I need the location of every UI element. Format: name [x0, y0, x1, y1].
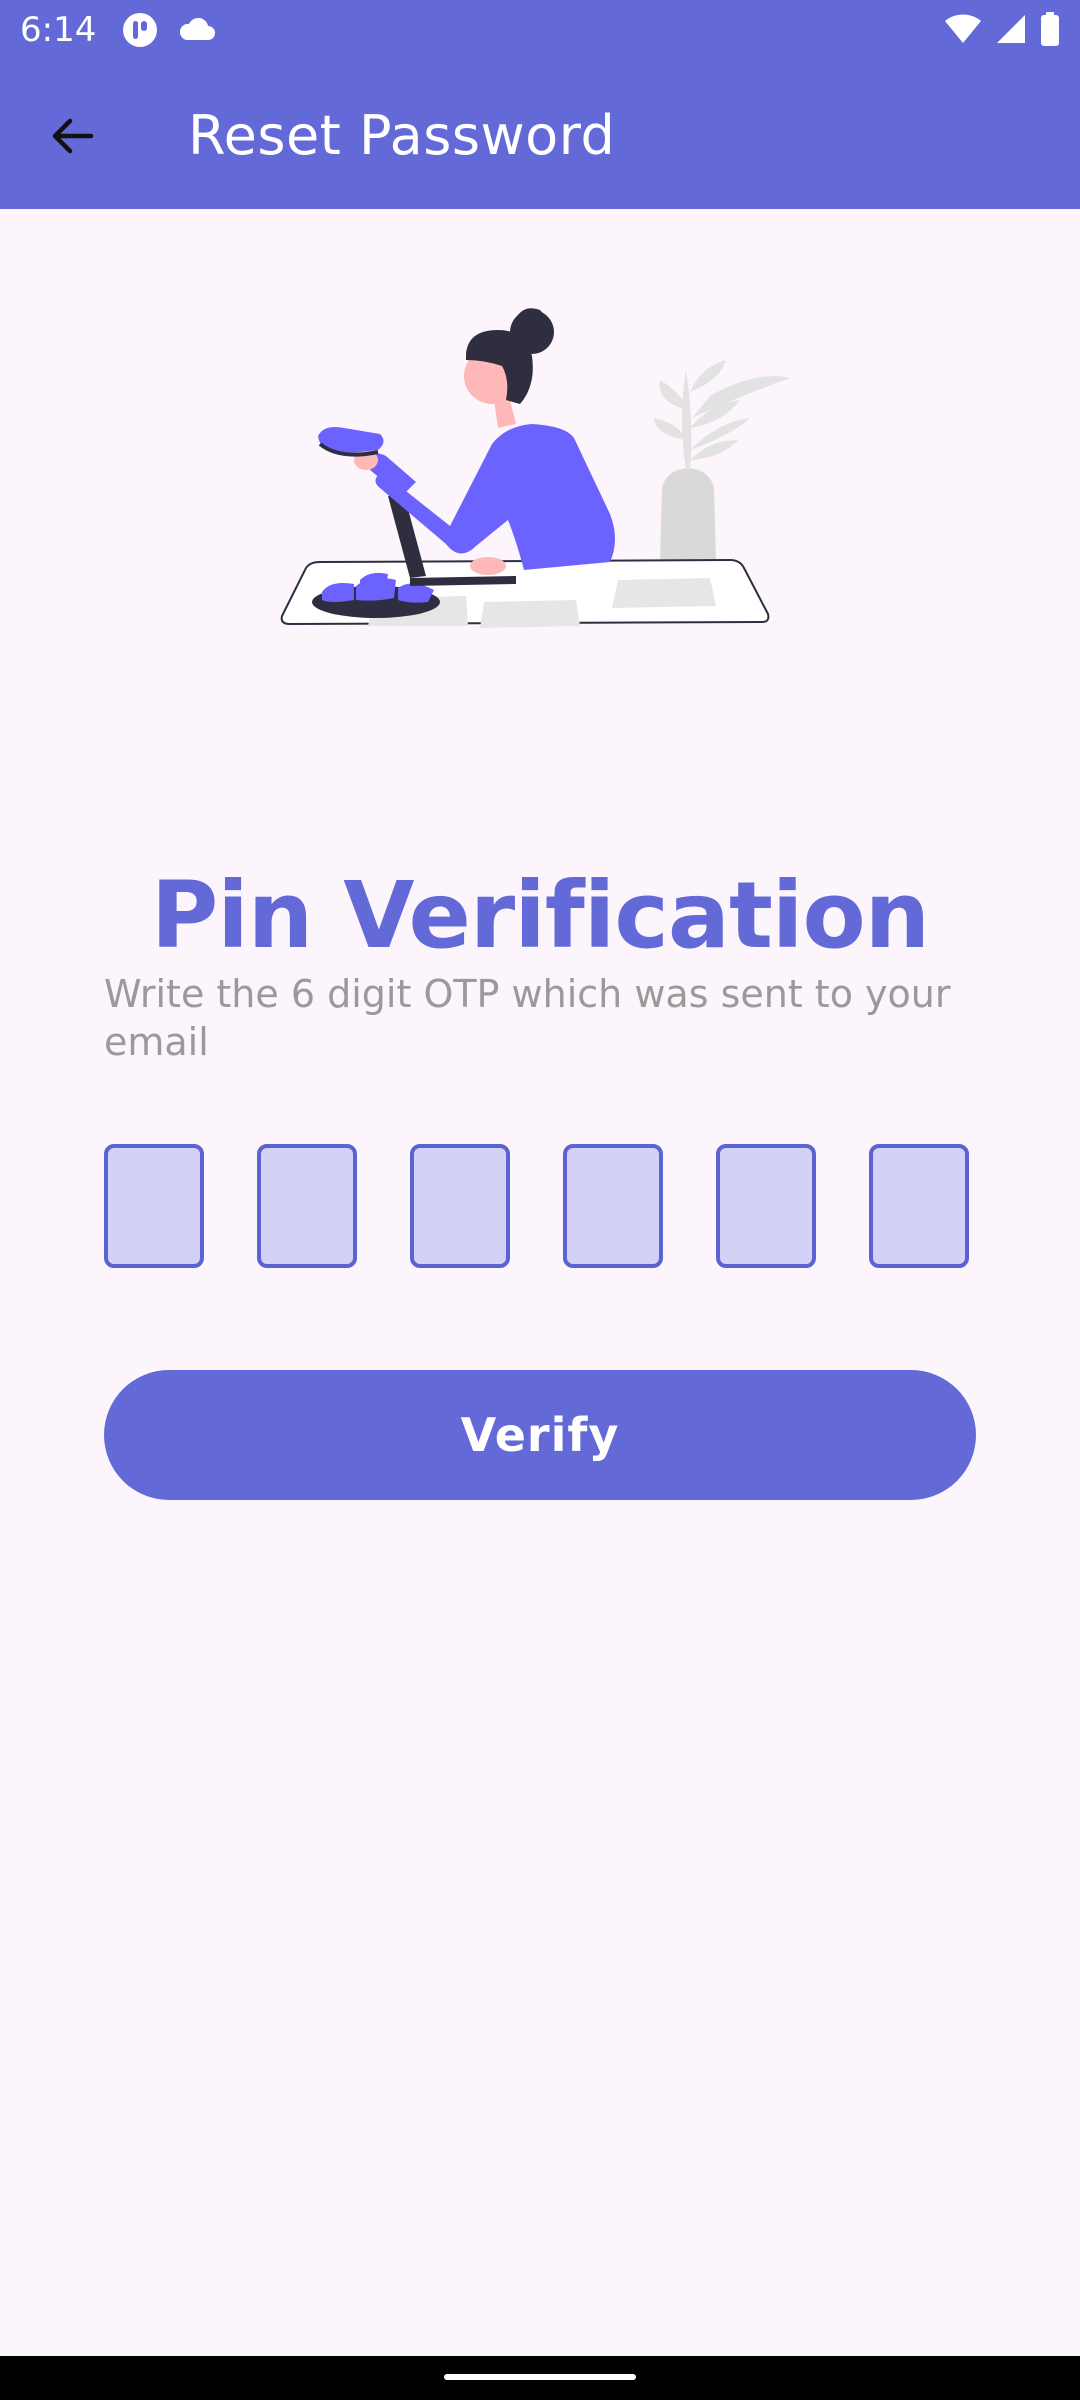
person-at-desk-illustration	[270, 300, 810, 670]
otp-digit-2[interactable]	[257, 1144, 357, 1268]
app-bar: 6:14 Reset Password	[0, 0, 1080, 209]
cloud-icon	[178, 16, 216, 46]
wifi-icon	[944, 14, 982, 48]
toolbar-title: Reset Password	[188, 104, 616, 167]
home-indicator[interactable]	[444, 2374, 636, 2380]
otp-digit-5[interactable]	[716, 1144, 816, 1268]
otp-digit-3[interactable]	[410, 1144, 510, 1268]
otp-digit-4[interactable]	[563, 1144, 663, 1268]
status-time: 6:14	[20, 10, 97, 50]
verify-button[interactable]: Verify	[104, 1370, 976, 1500]
otp-input-row	[104, 1144, 976, 1274]
back-button[interactable]	[34, 100, 110, 176]
status-right-icons	[944, 12, 1060, 50]
page-title: Pin Verification	[150, 862, 930, 969]
battery-icon	[1040, 12, 1060, 50]
cell-signal-icon	[996, 14, 1026, 48]
page-subtitle: Write the 6 digit OTP which was sent to …	[104, 972, 951, 1064]
otp-digit-1[interactable]	[104, 1144, 204, 1268]
system-navigation-bar	[0, 2356, 1080, 2400]
app-notification-icon	[122, 12, 158, 52]
app-screen: 6:14 Reset Password Pin Verification Wri…	[0, 0, 1080, 2400]
toolbar: Reset Password	[0, 64, 1080, 209]
arrow-left-icon	[49, 113, 95, 163]
verify-button-label: Verify	[460, 1408, 620, 1462]
status-bar: 6:14	[0, 0, 1080, 64]
otp-digit-6[interactable]	[869, 1144, 969, 1268]
